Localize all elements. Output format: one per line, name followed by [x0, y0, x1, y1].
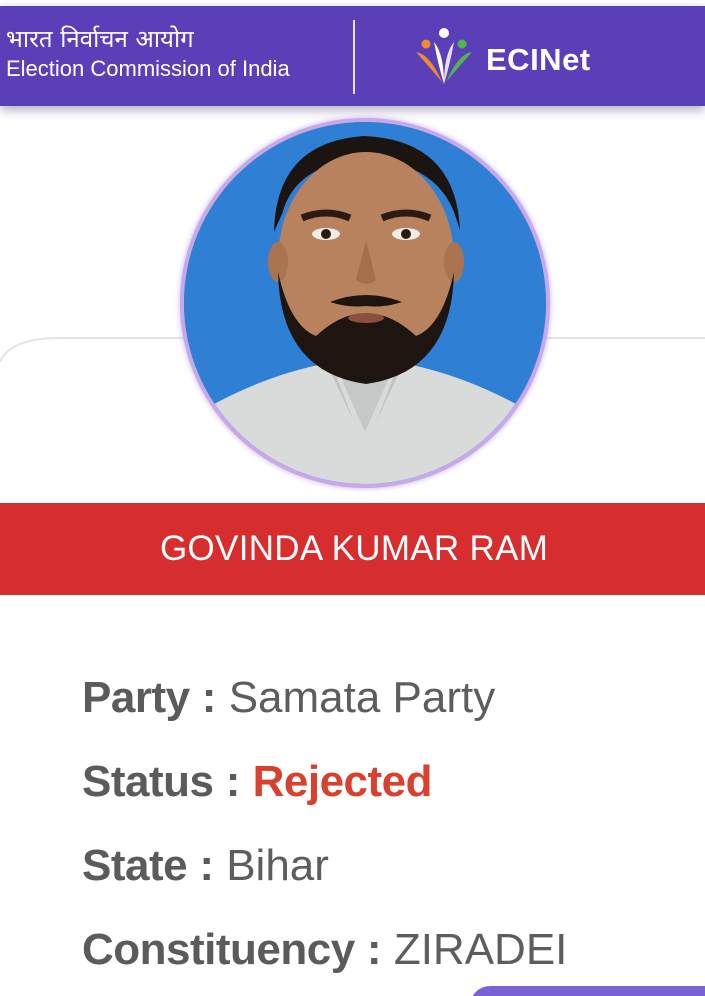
candidate-photo-frame	[180, 118, 550, 488]
state-separator: :	[187, 841, 227, 890]
status-value: Rejected	[252, 757, 433, 806]
state-label: State	[82, 841, 188, 890]
ecinet-people-logo-icon	[416, 28, 472, 84]
candidate-details: Party : Samata Party Status : Rejected S…	[82, 668, 682, 996]
ecinet-app-name: ECINet	[486, 42, 591, 77]
constituency-label: Constituency	[82, 925, 355, 974]
state-row: State : Bihar	[82, 836, 682, 920]
status-separator: :	[213, 757, 253, 806]
constituency-separator: :	[354, 925, 394, 974]
eci-brand[interactable]: भारत निर्वाचन आयोग Election Commission o…	[6, 24, 290, 84]
eci-name-english: Election Commission of India	[6, 56, 290, 81]
party-row: Party : Samata Party	[82, 668, 682, 752]
status-label: Status	[82, 757, 214, 806]
header-divider	[353, 20, 355, 94]
candidate-name: GOVINDA KUMAR RAM	[160, 529, 549, 568]
constituency-row: Constituency : ZIRADEI	[82, 920, 682, 996]
party-label: Party	[82, 673, 190, 722]
app-header: भारत निर्वाचन आयोग Election Commission o…	[0, 6, 705, 106]
candidate-profile-page: भारत निर्वाचन आयोग Election Commission o…	[0, 0, 705, 996]
candidate-name-banner: GOVINDA KUMAR RAM	[0, 503, 705, 595]
status-row: Status : Rejected	[82, 752, 682, 836]
party-value: Samata Party	[228, 673, 496, 722]
state-value: Bihar	[226, 841, 329, 890]
party-separator: :	[189, 673, 229, 722]
constituency-value: ZIRADEI	[393, 925, 568, 974]
eci-name-hindi: भारत निर्वाचन आयोग	[6, 25, 194, 53]
candidate-photo	[184, 122, 546, 484]
bottom-action-button[interactable]	[470, 986, 705, 996]
